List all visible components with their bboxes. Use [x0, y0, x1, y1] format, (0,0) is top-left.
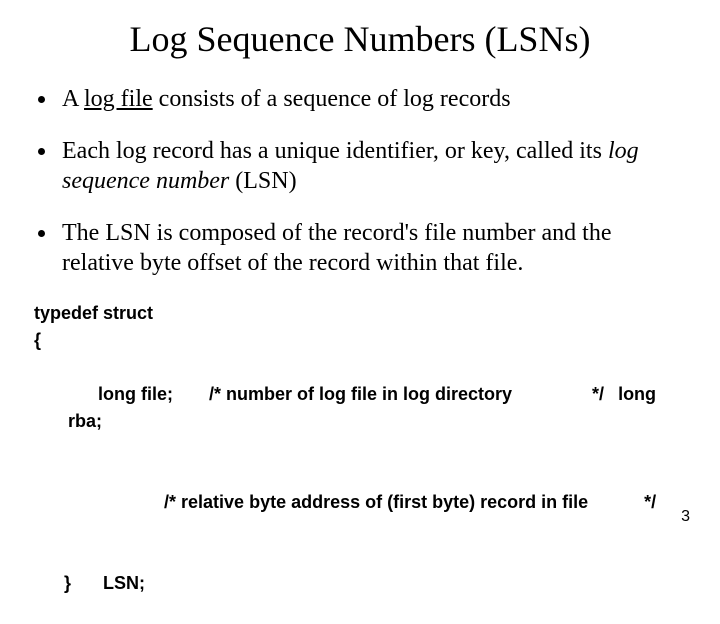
code-token: rba; — [68, 411, 102, 431]
page-title: Log Sequence Numbers (LSNs) — [34, 18, 686, 60]
code-token: long — [618, 384, 656, 404]
text: Each log record has a unique identifier,… — [62, 138, 608, 164]
text: (LSN) — [229, 168, 296, 194]
bullet-item-2: Each log record has a unique identifier,… — [58, 136, 686, 196]
text: consists of a sequence of log records — [153, 86, 511, 112]
code-token: LSN; — [103, 573, 145, 593]
page-number: 3 — [681, 508, 690, 526]
code-line: /* relative byte address of (first byte)… — [34, 462, 686, 543]
code-comment: /* number of log file in log directory — [209, 384, 512, 404]
text: A — [62, 86, 84, 112]
code-line: { — [34, 327, 686, 354]
code-comment: /* relative byte address of (first byte)… — [164, 492, 588, 512]
code-comment: */ — [644, 492, 656, 512]
bullet-list: A log file consists of a sequence of log… — [34, 84, 686, 278]
code-token: } — [64, 573, 71, 593]
text: The LSN is composed of the record's file… — [62, 220, 612, 276]
bullet-item-3: The LSN is composed of the record's file… — [58, 218, 686, 278]
code-block: typedef struct { long file; /* number of … — [34, 300, 686, 624]
code-comment: */ — [592, 384, 604, 404]
bullet-item-1: A log file consists of a sequence of log… — [58, 84, 686, 114]
slide: Log Sequence Numbers (LSNs) A log file c… — [0, 0, 720, 540]
code-line: typedef struct — [34, 300, 686, 327]
underlined-text: log file — [84, 86, 153, 112]
code-token: long file; — [98, 384, 173, 404]
code-line: } LSN; — [34, 543, 686, 624]
code-line: long file; /* number of log file in log d… — [34, 354, 686, 462]
